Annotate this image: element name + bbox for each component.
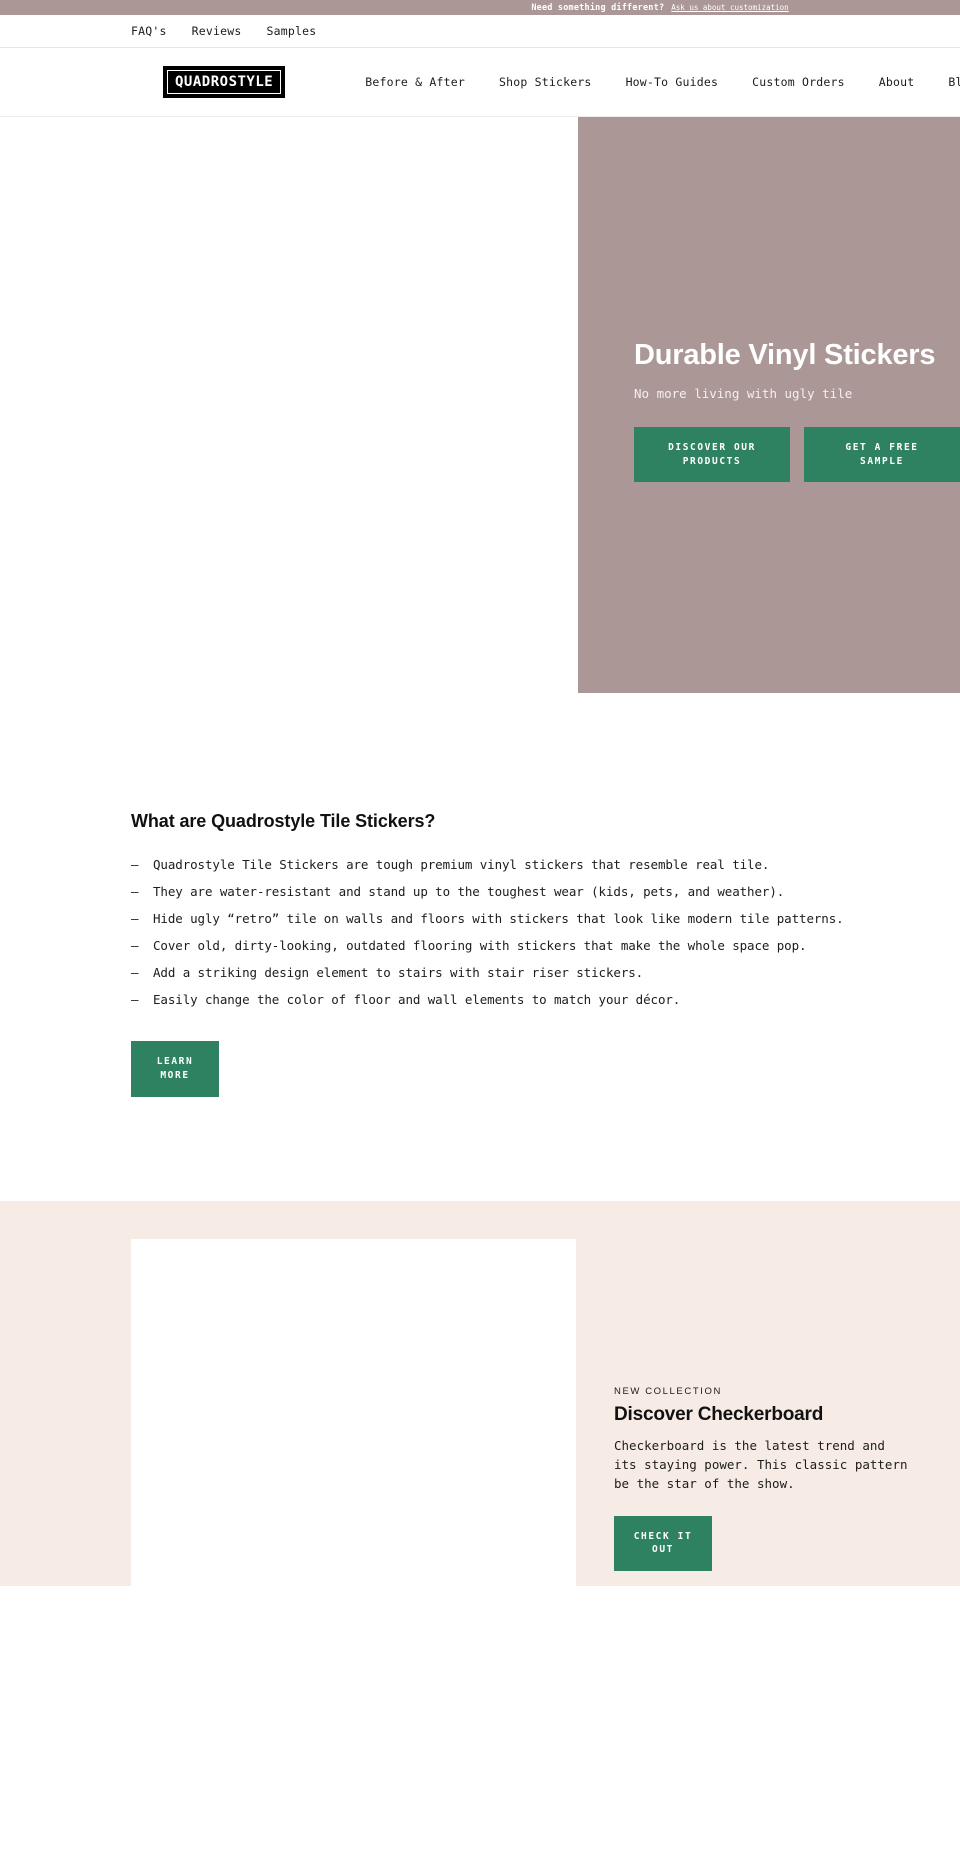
list-item-text: Add a striking design element to stairs …	[153, 965, 644, 980]
list-item-text: They are water-resistant and stand up to…	[153, 884, 785, 899]
list-item: — Add a striking design element to stair…	[131, 965, 960, 980]
collection-title: Discover Checkerboard	[614, 1403, 824, 1425]
logo-text: QUADROSTYLE	[175, 74, 274, 90]
logo-inner-border: QUADROSTYLE	[167, 70, 282, 94]
nav-item-shop-stickers[interactable]: Shop Stickers	[482, 75, 609, 89]
page-root: Need something different? Ask us about c…	[0, 0, 960, 1639]
utility-nav-item-samples[interactable]: Samples	[267, 24, 317, 38]
bullet-dash-icon: —	[131, 992, 139, 1007]
nav-item-custom-orders[interactable]: Custom Orders	[735, 75, 862, 89]
list-item-text: Easily change the color of floor and wal…	[153, 992, 681, 1007]
list-item: — Cover old, dirty-looking, outdated flo…	[131, 938, 960, 953]
about-section: What are Quadrostyle Tile Stickers? — Qu…	[0, 693, 960, 1097]
list-item: — Easily change the color of floor and w…	[131, 992, 960, 1007]
collection-body: Checkerboard is the latest trend and its…	[614, 1437, 908, 1492]
list-item: — Quadrostyle Tile Stickers are tough pr…	[131, 857, 960, 872]
bullet-dash-icon: —	[131, 857, 139, 872]
nav-item-blog[interactable]: Blog	[931, 75, 960, 89]
nav-item-before-after[interactable]: Before & After	[348, 75, 482, 89]
utility-nav-item-faqs[interactable]: FAQ's	[131, 24, 167, 38]
bullet-dash-icon: —	[131, 911, 139, 926]
announcement-bar: Need something different? Ask us about c…	[0, 0, 960, 15]
bullet-dash-icon: —	[131, 884, 139, 899]
collection-eyebrow: NEW COLLECTION	[614, 1385, 722, 1397]
utility-nav: FAQ's Reviews Samples	[0, 15, 960, 48]
learn-more-button[interactable]: LEARN MORE	[131, 1041, 219, 1097]
hero-background-panel: Durable Vinyl Stickers No more living wi…	[578, 117, 960, 693]
bullet-dash-icon: —	[131, 938, 139, 953]
about-bullet-list: — Quadrostyle Tile Stickers are tough pr…	[131, 857, 960, 1007]
hero-section: Durable Vinyl Stickers No more living wi…	[0, 117, 960, 693]
announcement-text: Need something different?	[531, 2, 665, 13]
list-item-text: Hide ugly “retro” tile on walls and floo…	[153, 911, 844, 926]
list-item-text: Cover old, dirty-looking, outdated floor…	[153, 938, 807, 953]
nav-item-how-to-guides[interactable]: How-To Guides	[609, 75, 736, 89]
site-header: QUADROSTYLE Before & After Shop Stickers…	[0, 48, 960, 117]
hero-subtitle: No more living with ugly tile	[634, 386, 853, 402]
discover-products-button[interactable]: DISCOVER OUR PRODUCTS	[634, 426, 790, 483]
utility-nav-item-reviews[interactable]: Reviews	[192, 24, 242, 38]
logo-box: QUADROSTYLE	[163, 66, 286, 98]
list-item: — They are water-resistant and stand up …	[131, 884, 960, 899]
list-item-text: Quadrostyle Tile Stickers are tough prem…	[153, 857, 770, 872]
logo[interactable]: QUADROSTYLE	[163, 66, 286, 98]
collection-text-block: NEW COLLECTION Discover Checkerboard Che…	[614, 1386, 960, 1572]
check-it-out-button[interactable]: CHECK IT OUT	[614, 1515, 712, 1572]
list-item: — Hide ugly “retro” tile on walls and fl…	[131, 911, 960, 926]
hero-buttons: DISCOVER OUR PRODUCTS GET A FREE SAMPLE	[634, 426, 960, 483]
collection-section: NEW COLLECTION Discover Checkerboard Che…	[0, 1200, 960, 1639]
about-title: What are Quadrostyle Tile Stickers?	[131, 811, 436, 831]
free-sample-button[interactable]: GET A FREE SAMPLE	[804, 426, 960, 483]
hero-title: Durable Vinyl Stickers	[634, 339, 936, 371]
main-nav: Before & After Shop Stickers How-To Guid…	[348, 75, 960, 89]
collection-image	[131, 1238, 576, 1639]
hero-content: Durable Vinyl Stickers No more living wi…	[634, 339, 960, 483]
bullet-dash-icon: —	[131, 965, 139, 980]
announcement-link[interactable]: Ask us about customization	[671, 3, 788, 12]
nav-item-about[interactable]: About	[862, 75, 932, 89]
